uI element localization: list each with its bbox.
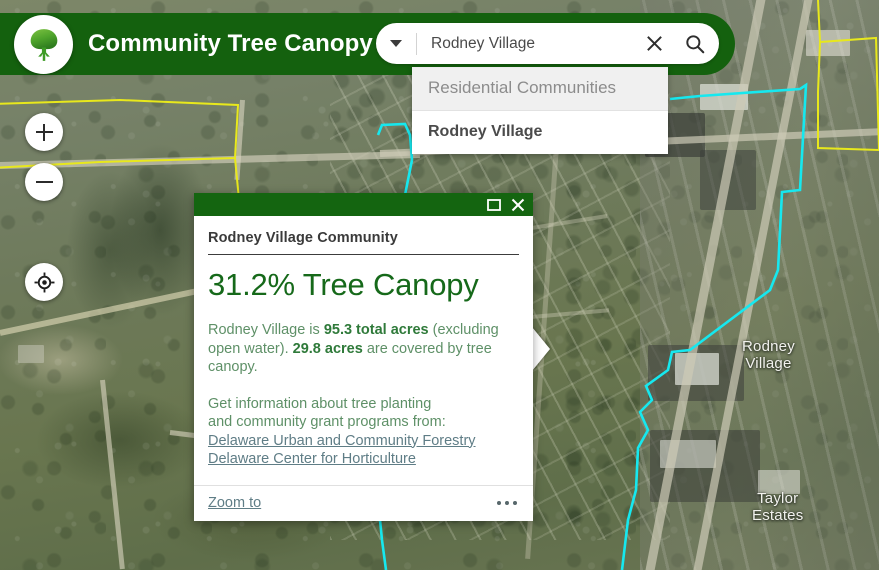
boundary-selected-nw-spur: [376, 122, 414, 161]
boundary-neighbor-ne: [817, 36, 879, 152]
canopy-percentage-headline: 31.2% Tree Canopy: [208, 267, 479, 302]
crosshair-icon: [34, 272, 54, 292]
app-logo: [14, 15, 73, 74]
search-widget: [376, 23, 719, 64]
maximize-icon: [486, 198, 501, 211]
popup-info-text: Get information about tree planting and …: [208, 395, 446, 431]
popup-footer: Zoom to: [194, 484, 533, 521]
search-submit-button[interactable]: [671, 23, 719, 64]
search-bar: [376, 23, 719, 64]
search-input[interactable]: [417, 34, 637, 53]
popup-body: Rodney Village Community 31.2% Tree Cano…: [194, 216, 533, 473]
search-icon: [686, 34, 705, 53]
search-suggestions: Residential Communities Rodney Village: [412, 67, 668, 154]
canopy-acres-value: 29.8 acres: [292, 340, 363, 357]
link-delaware-urban-forestry[interactable]: Delaware Urban and Community Forestry: [208, 432, 519, 451]
suggestion-group-label: Residential Communities: [412, 67, 668, 111]
summary-lead: Rodney Village is: [208, 322, 324, 338]
locate-button[interactable]: [25, 263, 63, 301]
popup-close-button[interactable]: [510, 197, 525, 212]
search-source-dropdown[interactable]: [376, 23, 416, 64]
ellipsis-icon: [504, 500, 509, 506]
close-icon: [511, 198, 524, 211]
plus-icon: [35, 123, 53, 141]
search-clear-button[interactable]: [637, 23, 671, 64]
feature-popup: Rodney Village Community 31.2% Tree Cano…: [194, 193, 533, 521]
popup-feature-title: Rodney Village Community: [208, 230, 519, 255]
total-acres-value: 95.3 total acres: [323, 322, 429, 338]
chevron-down-icon: [390, 40, 402, 47]
link-delaware-center-horticulture[interactable]: Delaware Center for Horticulture: [208, 450, 519, 469]
popup-maximize-button[interactable]: [486, 197, 501, 212]
zoom-to-link[interactable]: Zoom to: [208, 495, 261, 511]
zoom-in-button[interactable]: [25, 113, 63, 151]
popup-more-actions-button[interactable]: [496, 500, 517, 506]
map-application: Rodney Village Taylor Estates Community …: [0, 0, 879, 570]
popup-summary-text: Rodney Village is 95.3 total acres (excl…: [208, 321, 519, 377]
tree-icon: [30, 28, 57, 61]
boundary-neighbor-ne-stub: [817, 0, 821, 43]
close-icon: [646, 36, 662, 51]
ellipsis-icon: [496, 500, 501, 506]
popup-pointer: [532, 327, 550, 371]
zoom-out-button[interactable]: [25, 163, 63, 201]
popup-titlebar: [194, 193, 533, 216]
boundary-selected-east: [620, 82, 808, 570]
suggestion-item-rodney-village[interactable]: Rodney Village: [412, 111, 668, 154]
ellipsis-icon: [512, 500, 517, 506]
minus-icon: [35, 174, 53, 191]
page-title: Community Tree Canopy: [88, 30, 373, 57]
